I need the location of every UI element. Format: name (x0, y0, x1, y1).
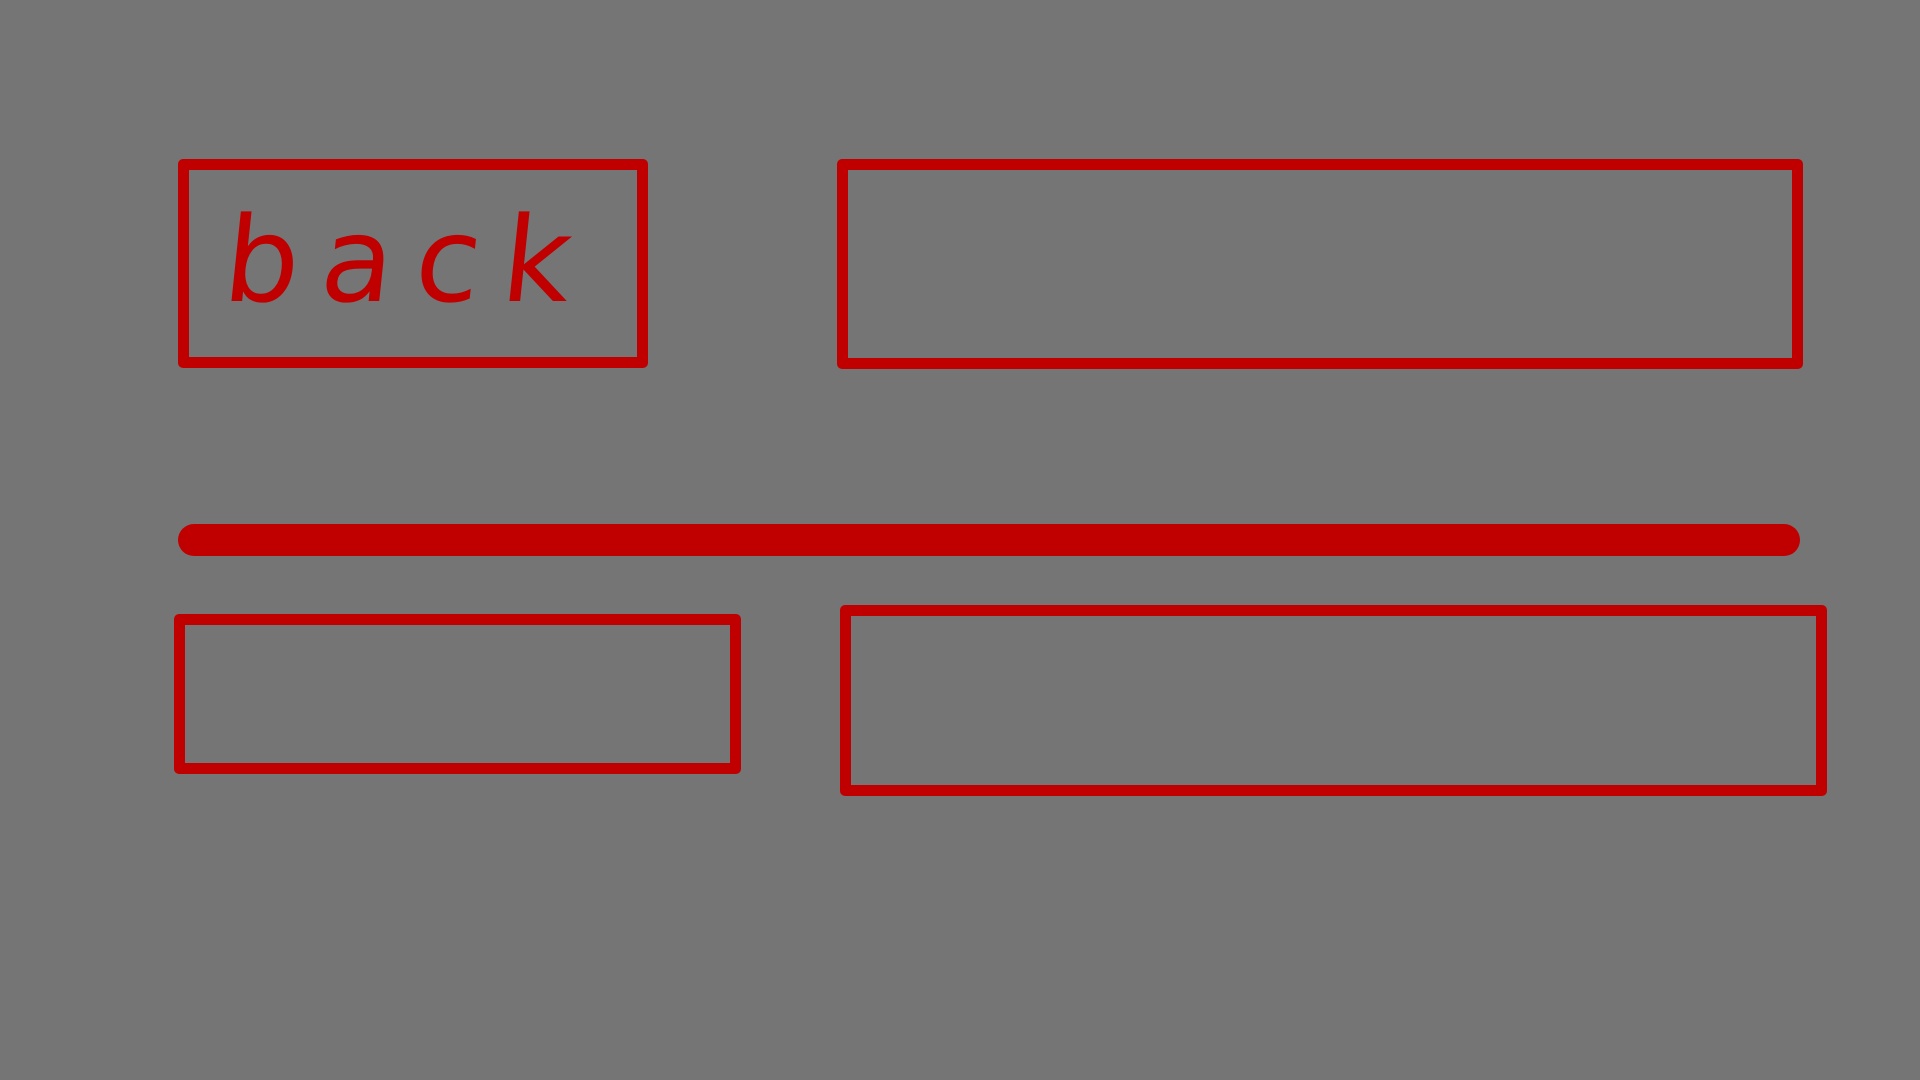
back-button-label: back (217, 190, 601, 329)
bottom-left-placeholder-box[interactable] (174, 614, 741, 774)
title-placeholder-box (837, 159, 1803, 369)
back-button[interactable]: back (178, 159, 648, 368)
divider-line (178, 524, 1800, 556)
bottom-right-placeholder-box[interactable] (840, 605, 1827, 796)
